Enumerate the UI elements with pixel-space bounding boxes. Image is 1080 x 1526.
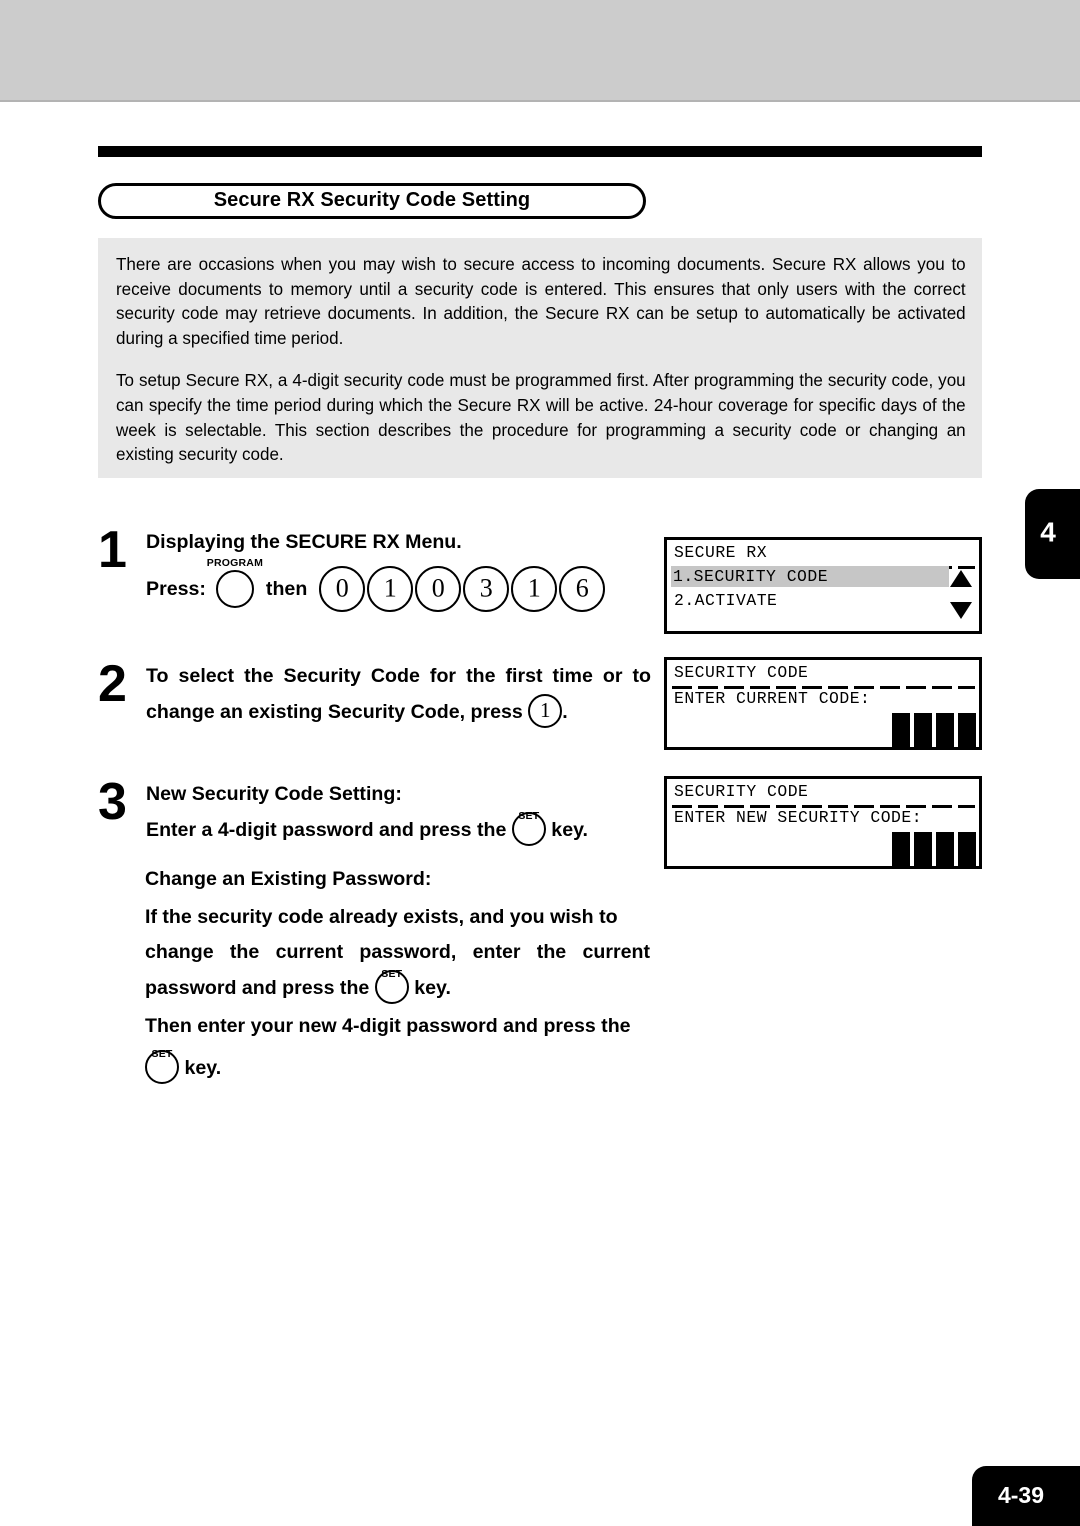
then-label: then: [265, 577, 308, 600]
intro-paragraph-2: To setup Secure RX, a 4-digit security c…: [116, 370, 966, 465]
digit-key-3[interactable]: 3: [463, 566, 510, 612]
intro-paragraph-1: There are occasions when you may wish to…: [116, 254, 966, 348]
digit-key-4[interactable]: 1: [511, 566, 558, 612]
procedure-steps: 1 Displaying the SECURE RX Menu. Press: …: [98, 521, 668, 857]
digit-key-5-label: 6: [575, 573, 589, 603]
lcd1-row-2[interactable]: 2.ACTIVATE: [672, 590, 779, 611]
page-title: Secure RX Security Code Setting: [213, 189, 531, 212]
digit-key-0[interactable]: 0: [319, 566, 366, 612]
lcd-panel-enter-new-code: SECURITY CODE ENTER NEW SECURITY CODE:: [664, 776, 982, 869]
lcd1-title: SECURE RX: [674, 543, 768, 562]
note-line-3-suffix: key.: [414, 977, 451, 999]
digit-key-one[interactable]: 1: [528, 694, 563, 728]
introduction-box: There are occasions when you may wish to…: [98, 238, 982, 478]
step-2: 2 To select the Security Code for the fi…: [98, 655, 668, 759]
code-block: [892, 832, 910, 866]
digit-key-2-label: 0: [431, 573, 445, 603]
scroll-down-arrow-icon[interactable]: [950, 602, 972, 619]
code-block: [914, 832, 932, 866]
set-key-step3-label: SET: [518, 810, 540, 822]
code-block: [958, 832, 976, 866]
step-3: 3 New Security Code Setting: Enter a 4-d…: [98, 773, 668, 857]
lcd3-code-blocks: [892, 832, 976, 866]
step-3-line-1: New Security Code Setting:: [146, 783, 402, 805]
step-1: 1 Displaying the SECURE RX Menu. Press: …: [98, 521, 668, 647]
digit-key-1-label: 1: [383, 573, 397, 603]
digit-key-5[interactable]: 6: [559, 566, 606, 612]
page-header-band: [0, 0, 1080, 102]
step-1-number: 1: [98, 521, 127, 579]
lcd2-prompt: ENTER CURRENT CODE:: [674, 689, 871, 708]
page-footer: 4-39: [972, 1466, 1080, 1526]
chapter-number: 4: [1040, 516, 1056, 548]
code-block: [914, 713, 932, 747]
note-line-5-suffix: key.: [184, 1057, 222, 1079]
note-line-5: SET key.: [145, 1048, 650, 1086]
note-line-3: password and press the SET key.: [145, 968, 650, 1006]
scroll-up-arrow-icon[interactable]: [950, 570, 972, 587]
step-3-number: 3: [98, 773, 127, 831]
chapter-tab: 4: [1025, 489, 1080, 579]
step-2-line-2: change an existing Security Code, press …: [146, 694, 668, 730]
lcd2-code-blocks: [892, 713, 976, 747]
step-1-key-sequence: Press: PROGRAM then 0 1 0 3 1 6: [146, 557, 668, 612]
lcd3-prompt: ENTER NEW SECURITY CODE:: [674, 808, 923, 827]
lcd-panel-secure-rx: SECURE RX 1.SECURITY CODE 2.ACTIVATE: [664, 537, 982, 634]
step-3-line-2: Enter a 4-digit password and press the S…: [146, 810, 668, 848]
digit-key-0-label: 0: [335, 573, 349, 603]
step-3-line-2-suffix: key.: [551, 819, 588, 841]
program-key-label: PROGRAM: [206, 557, 264, 569]
note-line-3-prefix: password and press the: [145, 977, 370, 999]
lcd2-title: SECURITY CODE: [674, 663, 809, 682]
step-2-number: 2: [98, 655, 127, 713]
digit-key-1[interactable]: 1: [367, 566, 414, 612]
step-2-line-2-suffix: .: [562, 701, 568, 723]
step-1-heading: Displaying the SECURE RX Menu.: [146, 531, 462, 553]
page-number: 4-39: [997, 1482, 1045, 1508]
section-title-pill: Secure RX Security Code Setting: [98, 183, 646, 219]
lcd3-title: SECURITY CODE: [674, 782, 809, 801]
code-block: [936, 713, 954, 747]
set-key-note-2-label: SET: [151, 1048, 173, 1060]
set-key-step3[interactable]: SET: [511, 810, 546, 846]
digit-key-2[interactable]: 0: [415, 566, 462, 612]
lcd1-row-1[interactable]: 1.SECURITY CODE: [671, 566, 949, 587]
digit-key-3-label: 3: [479, 573, 493, 603]
note-line-4: Then enter your new 4-digit password and…: [145, 1015, 631, 1037]
lcd-panel-enter-current-code: SECURITY CODE ENTER CURRENT CODE:: [664, 657, 982, 750]
code-block: [892, 713, 910, 747]
program-key[interactable]: PROGRAM: [207, 557, 263, 608]
digit-key-one-label: 1: [539, 697, 551, 722]
press-label: Press:: [146, 577, 206, 600]
step-3-line-2-prefix: Enter a 4-digit password and press the: [146, 819, 507, 841]
note-line-1: If the security code already exists, and…: [145, 906, 618, 928]
code-block: [936, 832, 954, 866]
set-key-note-1[interactable]: SET: [374, 968, 409, 1004]
heading-rule: [98, 146, 982, 157]
note-heading: Change an Existing Password:: [145, 868, 432, 890]
set-key-note-1-label: SET: [381, 968, 403, 980]
step-2-line-1: To select the Security Code for the firs…: [146, 665, 651, 687]
set-key-note-2[interactable]: SET: [145, 1048, 179, 1084]
digit-key-4-label: 1: [527, 573, 541, 603]
code-block: [958, 713, 976, 747]
change-password-note: Change an Existing Password: If the secu…: [145, 862, 650, 1086]
step-2-line-2-prefix: change an existing Security Code, press: [146, 701, 523, 723]
